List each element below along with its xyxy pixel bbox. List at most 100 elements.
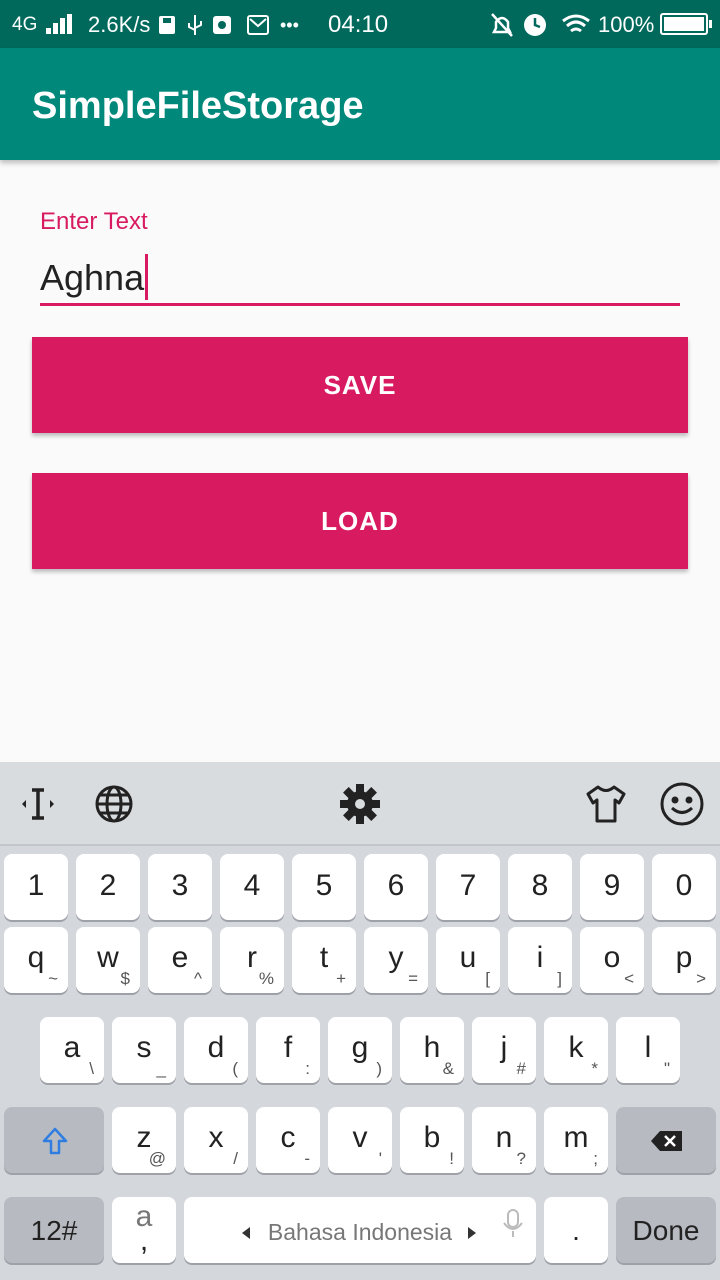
key-secondary: ) bbox=[376, 1059, 382, 1078]
key-label: t bbox=[319, 941, 329, 974]
key-a[interactable]: a \ bbox=[40, 1017, 104, 1083]
key-y[interactable]: y = bbox=[364, 927, 428, 993]
key-label: 3 bbox=[171, 869, 189, 902]
key-0[interactable]: 0 bbox=[652, 854, 716, 920]
network-speed: 2.6K/s bbox=[88, 12, 151, 37]
key-label: b bbox=[423, 1121, 441, 1154]
key-w[interactable]: w $ bbox=[76, 927, 140, 993]
key-label: e bbox=[171, 941, 189, 974]
shift-icon bbox=[42, 1127, 68, 1155]
key-secondary: ( bbox=[232, 1059, 238, 1078]
key-f[interactable]: f: bbox=[256, 1017, 320, 1083]
key-secondary: = bbox=[408, 969, 418, 988]
signal-icon bbox=[46, 14, 74, 34]
key-label: o bbox=[603, 941, 621, 974]
key-2[interactable]: 2 bbox=[76, 854, 140, 920]
key-u[interactable]: u[ bbox=[436, 927, 500, 993]
key-3[interactable]: 3 bbox=[148, 854, 212, 920]
key-k[interactable]: k * bbox=[544, 1017, 608, 1083]
space-key-label: Bahasa Indonesia bbox=[267, 1219, 453, 1245]
done-key[interactable]: Done bbox=[616, 1197, 716, 1263]
key-b[interactable]: b! bbox=[400, 1107, 464, 1173]
key-secondary: % bbox=[258, 969, 274, 988]
key-c[interactable]: c- bbox=[256, 1107, 320, 1173]
key-secondary: ] bbox=[557, 969, 562, 988]
key-label: 4 bbox=[243, 869, 261, 902]
key-label: g bbox=[351, 1031, 369, 1064]
key-label: 9 bbox=[603, 869, 621, 902]
key-label: v bbox=[352, 1121, 368, 1154]
key-secondary: ^ bbox=[194, 969, 202, 988]
key-i[interactable]: i] bbox=[508, 927, 572, 993]
key-secondary: $ bbox=[120, 969, 130, 988]
key-secondary: < bbox=[624, 969, 634, 988]
network-type: 4G bbox=[12, 14, 38, 35]
shift-key[interactable] bbox=[4, 1107, 104, 1173]
backspace-key[interactable] bbox=[616, 1107, 716, 1173]
key-5[interactable]: 5 bbox=[292, 854, 356, 920]
cursor-icon[interactable] bbox=[14, 780, 62, 828]
key-secondary: ~ bbox=[48, 969, 58, 988]
key-9[interactable]: 9 bbox=[580, 854, 644, 920]
key-secondary: # bbox=[516, 1059, 526, 1078]
key-1[interactable]: 1 bbox=[4, 854, 68, 920]
shirt-icon[interactable] bbox=[582, 780, 630, 828]
key-z[interactable]: z @ bbox=[112, 1107, 176, 1173]
period-key[interactable]: . bbox=[544, 1197, 608, 1263]
key-h[interactable]: h & bbox=[400, 1017, 464, 1083]
key-o[interactable]: o < bbox=[580, 927, 644, 993]
load-button[interactable]: LOAD bbox=[32, 473, 688, 569]
key-v[interactable]: v ' bbox=[328, 1107, 392, 1173]
text-input-value[interactable]: Aghna bbox=[40, 254, 149, 300]
key-secondary: * bbox=[591, 1059, 598, 1078]
key-secondary: - bbox=[304, 1149, 310, 1168]
key-label: . bbox=[572, 1215, 580, 1246]
vpn-icon bbox=[213, 16, 231, 34]
key-label: j bbox=[500, 1031, 508, 1064]
key-j[interactable]: j # bbox=[472, 1017, 536, 1083]
key-label: p bbox=[675, 941, 693, 974]
space-key[interactable]: Bahasa Indonesia bbox=[184, 1197, 536, 1263]
key-g[interactable]: g) bbox=[328, 1017, 392, 1083]
text-field-label: Enter Text bbox=[40, 208, 148, 235]
gear-icon[interactable] bbox=[336, 780, 384, 828]
key-4[interactable]: 4 bbox=[220, 854, 284, 920]
status-bar: 4G 2.6K/s ••• 04:10 100% bbox=[0, 0, 720, 48]
key-label: 5 bbox=[315, 869, 333, 902]
emoji-icon[interactable] bbox=[658, 780, 706, 828]
key-secondary: @ bbox=[148, 1149, 166, 1168]
key-x[interactable]: x / bbox=[184, 1107, 248, 1173]
key-d[interactable]: d( bbox=[184, 1017, 248, 1083]
key-m[interactable]: m; bbox=[544, 1107, 608, 1173]
globe-icon[interactable] bbox=[90, 780, 138, 828]
save-button[interactable]: SAVE bbox=[32, 337, 688, 433]
key-q[interactable]: q ~ bbox=[4, 927, 68, 993]
key-secondary: ' bbox=[378, 1149, 382, 1168]
battery-icon bbox=[660, 13, 712, 35]
key-8[interactable]: 8 bbox=[508, 854, 572, 920]
backspace-icon bbox=[651, 1131, 682, 1151]
key-label: 2 bbox=[99, 869, 117, 902]
key-r[interactable]: r% bbox=[220, 927, 284, 993]
key-s[interactable]: s _ bbox=[112, 1017, 176, 1083]
key-label: 7 bbox=[459, 869, 477, 902]
key-label: r bbox=[247, 941, 257, 974]
key-6[interactable]: 6 bbox=[364, 854, 428, 920]
comma-key[interactable]: a, bbox=[112, 1197, 176, 1263]
soft-keyboard: 1 2 3 4 5 6 7 8 9 0 q ~ w $ e ^ r% t + y = u[i] o < p > a \ s _ d(f: g)… bbox=[0, 762, 720, 1280]
wifi-icon bbox=[562, 14, 590, 33]
key-e[interactable]: e ^ bbox=[148, 927, 212, 993]
key-p[interactable]: p > bbox=[652, 927, 716, 993]
key-secondary: : bbox=[305, 1059, 310, 1078]
usb-icon bbox=[188, 15, 202, 35]
symbols-key[interactable]: 12# bbox=[4, 1197, 104, 1263]
key-secondary: & bbox=[442, 1059, 454, 1078]
key-l[interactable]: l " bbox=[616, 1017, 680, 1083]
key-label: Done bbox=[632, 1215, 700, 1246]
key-label: x bbox=[208, 1121, 224, 1154]
battery-percent: 100% bbox=[598, 12, 655, 37]
key-t[interactable]: t + bbox=[292, 927, 356, 993]
key-label: n bbox=[495, 1121, 513, 1154]
key-n[interactable]: n? bbox=[472, 1107, 536, 1173]
key-7[interactable]: 7 bbox=[436, 854, 500, 920]
